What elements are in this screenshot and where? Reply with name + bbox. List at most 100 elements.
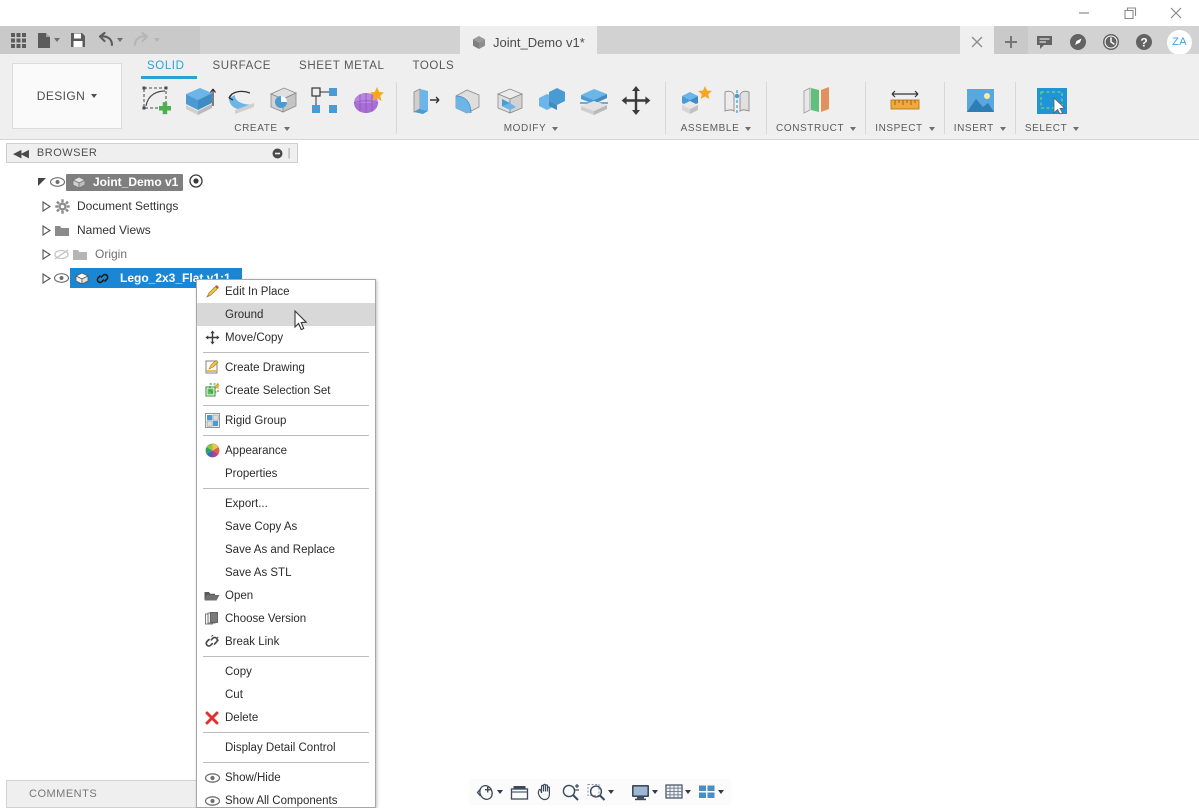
offset-plane-icon[interactable] bbox=[793, 80, 839, 122]
chevron-down-icon[interactable] bbox=[850, 127, 856, 131]
menu-item-appearance[interactable]: Appearance bbox=[197, 439, 375, 462]
menu-item-rigid-group[interactable]: Rigid Group bbox=[197, 409, 375, 432]
zoom-window-icon[interactable] bbox=[584, 781, 617, 803]
look-at-icon[interactable] bbox=[507, 781, 532, 803]
chevron-down-icon[interactable] bbox=[91, 94, 97, 98]
menu-item-show-all-components[interactable]: Show All Components bbox=[197, 789, 375, 808]
redo-icon[interactable] bbox=[129, 28, 164, 52]
expand-arrow-icon[interactable] bbox=[40, 248, 52, 260]
menu-item-save-as-and-replace[interactable]: Save As and Replace bbox=[197, 538, 375, 561]
panel-select-label[interactable]: SELECT bbox=[1025, 123, 1080, 134]
menu-item-create-drawing[interactable]: Create Drawing bbox=[197, 356, 375, 379]
joint-icon[interactable] bbox=[717, 80, 757, 122]
activate-component-icon[interactable] bbox=[189, 174, 203, 191]
menu-item-save-copy-as[interactable]: Save Copy As bbox=[197, 515, 375, 538]
create-sketch-icon[interactable] bbox=[137, 80, 177, 122]
panel-insert-label[interactable]: INSERT bbox=[954, 123, 1006, 134]
panel-inspect-label[interactable]: INSPECT bbox=[875, 123, 935, 134]
menu-item-move-copy[interactable]: Move/Copy bbox=[197, 326, 375, 349]
minimize-icon[interactable] bbox=[1061, 0, 1107, 26]
hole-icon[interactable] bbox=[263, 80, 303, 122]
panel-assemble-label[interactable]: ASSEMBLE bbox=[681, 123, 752, 134]
extrude-icon[interactable] bbox=[179, 80, 219, 122]
menu-item-create-selection-set[interactable]: Create Selection Set bbox=[197, 379, 375, 402]
close-icon[interactable] bbox=[1153, 0, 1199, 26]
select-icon[interactable] bbox=[1029, 80, 1075, 122]
grid-snaps-icon[interactable] bbox=[662, 781, 694, 803]
visibility-eye-icon[interactable] bbox=[48, 177, 66, 187]
rectangular-pattern-icon[interactable] bbox=[305, 80, 345, 122]
tab-sheet-metal[interactable]: SHEET METAL bbox=[285, 54, 398, 78]
orbit-icon[interactable] bbox=[473, 781, 506, 803]
chevron-down-icon[interactable] bbox=[685, 790, 691, 794]
chevron-down-icon[interactable] bbox=[608, 790, 614, 794]
menu-item-ground[interactable]: Ground bbox=[197, 303, 375, 326]
menu-item-edit-in-place[interactable]: Edit In Place bbox=[197, 280, 375, 303]
undo-icon[interactable] bbox=[92, 28, 127, 52]
tree-node-document-settings[interactable]: Document Settings bbox=[0, 194, 300, 218]
panel-modify-label[interactable]: MODIFY bbox=[504, 123, 559, 134]
chevron-down-icon[interactable] bbox=[552, 127, 558, 131]
tree-node-named-views[interactable]: Named Views bbox=[0, 218, 300, 242]
new-file-icon[interactable] bbox=[33, 28, 64, 52]
expand-arrow-icon[interactable] bbox=[40, 272, 52, 284]
chevron-down-icon[interactable] bbox=[929, 127, 935, 131]
panel-create-label[interactable]: CREATE bbox=[234, 123, 289, 134]
tab-surface[interactable]: SURFACE bbox=[199, 54, 286, 78]
menu-item-save-as-stl[interactable]: Save As STL bbox=[197, 561, 375, 584]
visibility-eye-off-icon[interactable] bbox=[52, 249, 70, 260]
tree-node-origin[interactable]: Origin bbox=[0, 242, 300, 266]
form-icon[interactable] bbox=[347, 80, 387, 122]
split-body-icon[interactable] bbox=[574, 80, 614, 122]
menu-item-delete[interactable]: Delete bbox=[197, 706, 375, 729]
menu-item-show-hide[interactable]: Show/Hide bbox=[197, 766, 375, 789]
panel-grip[interactable]: | bbox=[288, 147, 291, 159]
menu-item-display-detail-control[interactable]: Display Detail Control bbox=[197, 736, 375, 759]
expand-arrow-icon[interactable] bbox=[40, 200, 52, 212]
zoom-icon[interactable] bbox=[558, 781, 583, 803]
restore-icon[interactable] bbox=[1107, 0, 1153, 26]
menu-item-copy[interactable]: Copy bbox=[197, 660, 375, 683]
visibility-eye-icon[interactable] bbox=[52, 273, 70, 283]
combine-icon[interactable] bbox=[532, 80, 572, 122]
pan-icon[interactable] bbox=[533, 781, 557, 803]
insert-image-icon[interactable] bbox=[957, 80, 1003, 122]
tree-node-joint-demo[interactable]: Joint_Demo v1 bbox=[0, 170, 300, 194]
chevron-down-icon[interactable] bbox=[117, 38, 123, 42]
tab-solid[interactable]: SOLID bbox=[133, 54, 199, 78]
tab-tools[interactable]: TOOLS bbox=[398, 54, 468, 78]
chevron-down-icon[interactable] bbox=[745, 127, 751, 131]
save-icon[interactable] bbox=[66, 28, 90, 52]
menu-item-open[interactable]: Open bbox=[197, 584, 375, 607]
design-workspace-button[interactable]: DESIGN bbox=[12, 63, 122, 129]
measure-icon[interactable] bbox=[882, 80, 928, 122]
viewports-icon[interactable] bbox=[695, 781, 727, 803]
view-cube[interactable]: TOP FRONT RIGHT X Y Z bbox=[1073, 165, 1193, 275]
chevron-down-icon[interactable] bbox=[1000, 127, 1006, 131]
move-copy-icon[interactable] bbox=[616, 80, 656, 122]
collapse-panel-icon[interactable]: ◀◀ bbox=[13, 147, 28, 160]
chevron-down-icon[interactable] bbox=[1073, 127, 1079, 131]
chevron-down-icon[interactable] bbox=[54, 38, 60, 42]
chevron-down-icon[interactable] bbox=[718, 790, 724, 794]
fillet-icon[interactable] bbox=[448, 80, 488, 122]
chevron-down-icon[interactable] bbox=[497, 790, 503, 794]
menu-item-cut[interactable]: Cut bbox=[197, 683, 375, 706]
expand-arrow-icon[interactable] bbox=[36, 176, 48, 188]
chevron-down-icon[interactable] bbox=[652, 790, 658, 794]
chevron-down-icon[interactable] bbox=[284, 127, 290, 131]
revolve-icon[interactable] bbox=[221, 80, 261, 122]
shell-icon[interactable] bbox=[490, 80, 530, 122]
expand-arrow-icon[interactable] bbox=[40, 224, 52, 236]
press-pull-icon[interactable] bbox=[406, 80, 446, 122]
context-menu[interactable]: Edit In Place Ground Move/Copy Create bbox=[196, 279, 376, 808]
display-settings-icon[interactable] bbox=[628, 781, 661, 803]
avatar[interactable]: ZA bbox=[1167, 30, 1192, 55]
comments-panel[interactable]: COMMENTS bbox=[6, 780, 200, 808]
new-component-icon[interactable] bbox=[675, 80, 715, 122]
menu-item-break-link[interactable]: Break Link bbox=[197, 630, 375, 653]
menu-item-properties[interactable]: Properties bbox=[197, 462, 375, 485]
app-grid-icon[interactable] bbox=[6, 28, 31, 52]
menu-item-export[interactable]: Export... bbox=[197, 492, 375, 515]
chevron-down-icon[interactable] bbox=[154, 38, 160, 42]
